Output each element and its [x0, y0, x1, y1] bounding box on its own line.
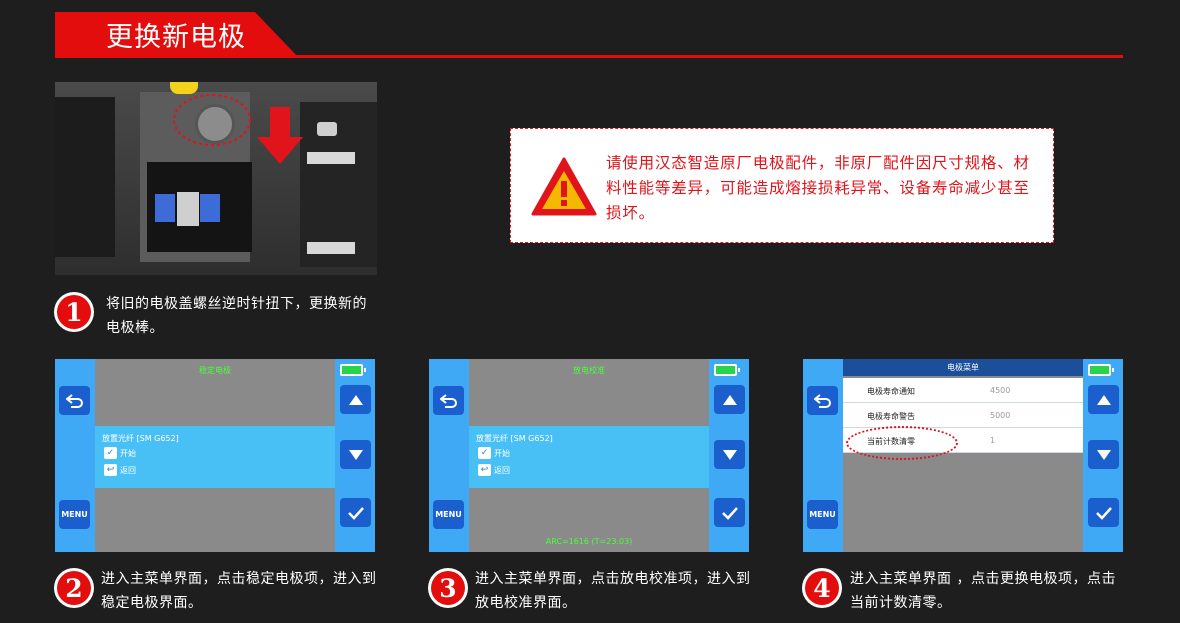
back-button[interactable]: [59, 386, 90, 415]
menu-row-life-warning[interactable]: 电极寿命警告 5000: [843, 403, 1083, 428]
down-arrow-icon: [722, 449, 737, 460]
step-1-text: 将旧的电极盖螺丝逆时针扭下，更换新的电极棒。: [106, 296, 367, 336]
screen-main-area: 稳定电极 放置光纤 [SM G652] ✓ 开始 ↩ 返回: [95, 359, 335, 552]
start-option[interactable]: ✓ 开始: [104, 447, 136, 459]
up-button[interactable]: [1088, 385, 1119, 414]
battery-icon: [340, 364, 366, 376]
return-option[interactable]: ↩ 返回: [478, 464, 510, 476]
up-arrow-icon: [1096, 394, 1111, 405]
back-arrow-icon: [439, 393, 457, 408]
dialog-header: 放置光纤 [SM G652]: [476, 434, 553, 443]
check-icon: ✓: [478, 447, 491, 459]
check-icon: [1095, 506, 1112, 520]
page-title: 更换新电极: [106, 22, 246, 53]
header-divider: [55, 55, 1123, 58]
menu-button[interactable]: MENU: [433, 500, 464, 529]
dialog-header: 放置光纤 [SM G652]: [102, 434, 179, 443]
screen-arc-calibration: MENU 放电校准 放置光纤 [SM G652] ✓ 开始 ↩ 返回 ARC=161…: [429, 359, 749, 552]
back-icon: ↩: [104, 464, 117, 476]
confirm-button[interactable]: [340, 498, 371, 527]
check-icon: ✓: [104, 447, 117, 459]
back-arrow-icon: [813, 393, 831, 408]
up-button[interactable]: [714, 385, 745, 414]
confirm-button[interactable]: [1088, 498, 1119, 527]
up-button[interactable]: [340, 385, 371, 414]
step-2-number: 2: [54, 568, 94, 608]
warning-box: 请使用汉态智造原厂电极配件，非原厂配件因尺寸规格、材料性能等差异，可能造成熔接损…: [510, 128, 1054, 243]
warning-text: 请使用汉态智造原厂电极配件，非原厂配件因尺寸规格、材料性能等差异，可能造成熔接损…: [606, 154, 1030, 222]
step-4-text: 进入主菜单界面 ，点击更换电极项，点击当前计数清零。: [850, 571, 1116, 611]
warning-icon: [531, 157, 597, 216]
step-4-number: 4: [802, 568, 842, 608]
step-2-text: 进入主菜单界面，点击稳定电极项，进入到稳定电极界面。: [101, 571, 377, 611]
back-icon: ↩: [478, 464, 491, 476]
menu-row-life-notice[interactable]: 电极寿命通知 4500: [843, 378, 1083, 403]
back-arrow-icon: [65, 393, 83, 408]
confirm-button[interactable]: [714, 498, 745, 527]
down-button[interactable]: [1088, 440, 1119, 469]
down-button[interactable]: [714, 440, 745, 469]
down-button[interactable]: [340, 440, 371, 469]
check-icon: [721, 506, 738, 520]
menu-button[interactable]: MENU: [807, 500, 838, 529]
up-arrow-icon: [348, 394, 363, 405]
screen-electrode-menu: MENU 电极菜单 电极寿命通知 4500 电极寿命警告 5000 当前计数清零 1: [803, 359, 1123, 552]
step-3-text: 进入主菜单界面，点击放电校准项，进入到放电校准界面。: [475, 571, 751, 611]
menu-title: 电极菜单: [843, 359, 1083, 376]
step-1-number: 1: [54, 292, 94, 332]
up-arrow-icon: [722, 394, 737, 405]
down-arrow-icon: [348, 449, 363, 460]
screen-stabilize-electrode: MENU 稳定电极 放置光纤 [SM G652] ✓ 开始 ↩ 返回: [55, 359, 375, 552]
dialog-panel: 放置光纤 [SM G652] ✓ 开始 ↩ 返回: [95, 426, 335, 488]
return-option[interactable]: ↩ 返回: [104, 464, 136, 476]
step-3-number: 3: [428, 568, 468, 608]
battery-icon: [714, 364, 740, 376]
check-icon: [347, 506, 364, 520]
highlight-ellipse: [846, 426, 958, 460]
back-button[interactable]: [807, 386, 838, 415]
screen-main-area: 放电校准 放置光纤 [SM G652] ✓ 开始 ↩ 返回 ARC=1616 (T=…: [469, 359, 709, 552]
start-option[interactable]: ✓ 开始: [478, 447, 510, 459]
battery-icon: [1088, 364, 1114, 376]
screen-title: 放电校准: [573, 366, 605, 375]
dialog-panel: 放置光纤 [SM G652] ✓ 开始 ↩ 返回: [469, 426, 709, 488]
down-arrow-icon: [1096, 449, 1111, 460]
electrode-photo: [55, 82, 377, 275]
screen-title: 稳定电极: [199, 366, 231, 375]
back-button[interactable]: [433, 386, 464, 415]
arc-readout: ARC=1616 (T=23.03): [545, 537, 633, 546]
menu-button[interactable]: MENU: [59, 500, 90, 529]
